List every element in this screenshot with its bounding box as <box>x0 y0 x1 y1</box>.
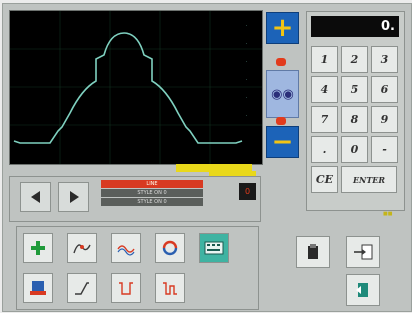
key-decimal[interactable]: . <box>311 136 338 163</box>
import-button[interactable] <box>346 236 380 268</box>
curve-edit-button[interactable] <box>67 233 97 263</box>
refresh-button[interactable] <box>155 233 185 263</box>
tool-panel <box>16 226 259 310</box>
key-8[interactable]: 8 <box>341 106 368 133</box>
keypad-footer-mark: ■■ <box>383 211 393 217</box>
clipboard-icon <box>308 244 318 259</box>
svg-text:·: · <box>246 23 247 28</box>
status-bar-line: LINE <box>101 180 203 188</box>
navigation-panel: LINE STYLE ON 0 STYLE ON 0 0 <box>9 176 261 222</box>
binoculars-icon: ◉◉ <box>271 86 294 102</box>
status-bars: LINE STYLE ON 0 STYLE ON 0 <box>101 180 203 207</box>
svg-text:·: · <box>246 113 247 118</box>
clear-entry-button[interactable]: CE <box>311 166 338 193</box>
value-display: 0. <box>311 16 399 37</box>
pulse-button[interactable] <box>111 273 141 303</box>
enter-button[interactable]: ENTER <box>341 166 397 193</box>
key-5[interactable]: 5 <box>341 76 368 103</box>
status-bar-style-1: STYLE ON 0 <box>101 189 203 197</box>
save-button[interactable] <box>23 273 53 303</box>
key-4[interactable]: 4 <box>311 76 338 103</box>
arrow-left-icon <box>30 191 40 203</box>
previous-button[interactable] <box>20 182 51 212</box>
curve-edit-icon <box>73 244 91 254</box>
import-icon <box>354 244 373 260</box>
status-indicator: 0 <box>239 183 256 200</box>
arrow-right-icon <box>69 191 79 203</box>
status-bar-style-2: STYLE ON 0 <box>101 198 203 206</box>
keyboard-icon <box>204 241 224 255</box>
profile-curve <box>13 32 243 144</box>
key-3[interactable]: 3 <box>371 46 398 73</box>
zoom-in-button[interactable]: + <box>266 12 299 44</box>
keyboard-button[interactable] <box>199 233 229 263</box>
plus-icon: + <box>271 13 294 43</box>
wave-edit-icon <box>117 245 135 256</box>
numeric-keypad: 0. 1 2 3 4 5 6 7 8 9 . 0 - CE ENTER <box>306 11 405 211</box>
svg-text:·: · <box>246 95 247 100</box>
add-button[interactable] <box>23 233 53 263</box>
next-button[interactable] <box>58 182 89 212</box>
clipboard-button[interactable] <box>296 236 330 268</box>
key-6[interactable]: 6 <box>371 76 398 103</box>
exit-button[interactable] <box>346 274 380 306</box>
save-icon <box>30 281 46 295</box>
key-minus[interactable]: - <box>371 136 398 163</box>
key-9[interactable]: 9 <box>371 106 398 133</box>
zoom-controls: + ◉◉ − <box>264 10 299 163</box>
slope-button[interactable] <box>67 273 97 303</box>
zoom-in-indicator <box>276 58 286 66</box>
minus-icon: − <box>271 127 294 157</box>
pulse-icon <box>119 282 133 295</box>
wave-edit-button[interactable] <box>111 233 141 263</box>
pan-button[interactable]: ◉◉ <box>266 70 299 118</box>
highlight-strip <box>209 171 256 176</box>
key-2[interactable]: 2 <box>341 46 368 73</box>
exit-icon <box>356 283 368 297</box>
key-1[interactable]: 1 <box>311 46 338 73</box>
key-7[interactable]: 7 <box>311 106 338 133</box>
svg-text:·: · <box>246 59 247 64</box>
pulse-alt-button[interactable] <box>155 273 185 303</box>
svg-text:·: · <box>246 77 247 82</box>
refresh-icon <box>162 240 178 256</box>
svg-text:·: · <box>246 41 247 46</box>
key-0[interactable]: 0 <box>341 136 368 163</box>
slope-icon <box>75 282 89 295</box>
add-icon <box>31 241 45 255</box>
zoom-out-indicator <box>276 117 286 125</box>
zoom-out-button[interactable]: − <box>266 126 299 158</box>
profile-graph: · · · · · · <box>9 10 263 165</box>
pulse-alt-icon <box>163 282 177 295</box>
